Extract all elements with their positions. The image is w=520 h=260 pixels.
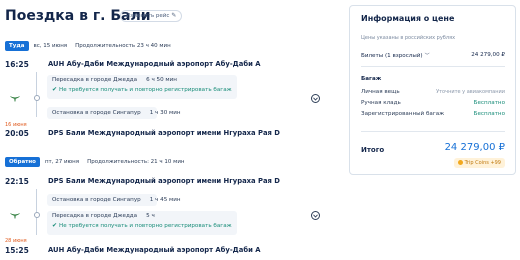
return-arrival-date: 28 июня: [5, 238, 27, 244]
baggage-heading: Багаж: [361, 76, 382, 82]
airline-logo-icon: [10, 96, 20, 102]
return-arrival-airport: AUH Абу-Даби Международный аэропорт Абу-…: [48, 246, 261, 254]
baggage-row-value: Уточните у авиакомпании: [436, 89, 505, 95]
trip-page: Поездка в г. Бали Изменить рейс ✎ Туда вс…: [0, 0, 520, 260]
outbound-arrival-time: 20:05: [5, 129, 29, 138]
outbound-arrival-date: 16 июня: [5, 122, 27, 128]
baggage-row-label: Личная вещь: [361, 89, 400, 95]
price-info-panel: Информация о цене Цены указаны в российс…: [349, 5, 516, 175]
return-timeline-dot: [33, 212, 40, 218]
divider: [361, 131, 505, 132]
divider: [361, 66, 505, 67]
trip-coins-badge: Trip Coins +99: [453, 158, 505, 168]
baggage-row-label: Зарегистрированный багаж: [361, 111, 445, 117]
baggage-check-icon: ✔: [52, 86, 58, 93]
outbound-timeline-dot: [33, 95, 40, 101]
price-panel-title: Информация о цене: [361, 14, 455, 23]
return-date: пт, 27 июня: [44, 159, 80, 165]
outbound-departure-airport: AUH Абу-Даби Международный аэропорт Абу-…: [48, 60, 261, 68]
return-stop-label: Остановка в городе Сингапур: [52, 197, 141, 203]
total-price: 24 279,00 ₽: [444, 142, 505, 153]
return-stop-box: Остановка в городе Сингапур 1 ч 45 мин: [47, 194, 181, 206]
return-transfer-label: Пересадка в городе Джедда: [52, 213, 138, 219]
return-baggage-note: Не требуется получать и повторно регистр…: [59, 222, 232, 229]
baggage-row: Зарегистрированный багаж Бесплатно: [361, 111, 505, 120]
tickets-price: 24 279,00 ₽: [471, 52, 505, 58]
outbound-transfer-label: Пересадка в городе Джедда: [52, 77, 138, 83]
return-badge: Обратно: [5, 157, 40, 167]
total-label: Итого: [361, 146, 385, 154]
outbound-transfer-duration: 6 ч 50 мин: [146, 77, 177, 83]
baggage-row-value: Бесплатно: [473, 111, 505, 117]
return-departure-time: 22:15: [5, 177, 29, 186]
return-arrival-time: 15:25: [5, 246, 29, 255]
outbound-departure-time: 16:25: [5, 60, 29, 69]
chevron-down-icon: [313, 96, 318, 101]
outbound-stop-duration: 1 ч 30 мин: [149, 110, 181, 116]
outbound-transfer-box: Пересадка в городе Джедда 6 ч 50 мин ✔ Н…: [47, 75, 237, 99]
pencil-icon: ✎: [171, 12, 177, 19]
outbound-stop-box: Остановка в городе Сингапур 1 ч 30 мин: [47, 107, 181, 119]
tickets-label: Билеты (1 взрослый): [361, 53, 423, 59]
outbound-duration: Продолжительность 23 ч 40 мин: [75, 43, 171, 49]
return-stop-duration: 1 ч 45 мин: [149, 197, 181, 203]
expand-outbound-button[interactable]: [311, 94, 320, 103]
baggage-row: Личная вещь Уточните у авиакомпании: [361, 89, 505, 98]
outbound-header: Туда вс, 15 июня Продолжительность 23 ч …: [5, 41, 171, 51]
chevron-down-icon: ﹀: [424, 53, 430, 59]
baggage-row-value: Бесплатно: [473, 100, 505, 106]
edit-flight-button[interactable]: Изменить рейс ✎: [120, 10, 183, 22]
outbound-date: вс, 15 июня: [33, 43, 68, 49]
expand-return-button[interactable]: [311, 211, 320, 220]
outbound-arrival-airport: DPS Бали Международный аэропорт имени Нг…: [48, 129, 280, 137]
return-transfer-box: Пересадка в городе Джедда 5 ч ✔ Не требу…: [47, 211, 237, 235]
return-duration: Продолжительность: 21 ч 10 мин: [87, 159, 185, 165]
tickets-toggle[interactable]: Билеты (1 взрослый) ﹀: [361, 52, 430, 59]
outbound-stop-label: Остановка в городе Сингапур: [52, 110, 141, 116]
outbound-baggage-note: Не требуется получать и повторно регистр…: [59, 86, 232, 93]
price-panel-subtitle: Цены указаны в российских рублях: [361, 35, 456, 41]
airline-logo-icon: [10, 213, 20, 219]
trip-coins-label: Trip Coins +99: [464, 160, 501, 166]
baggage-row: Ручная кладь Бесплатно: [361, 100, 505, 109]
edit-flight-label: Изменить рейс: [126, 13, 170, 19]
coin-icon: [457, 159, 463, 165]
outbound-badge: Туда: [5, 41, 29, 51]
baggage-row-label: Ручная кладь: [361, 100, 401, 106]
chevron-down-icon: [313, 213, 318, 218]
baggage-check-icon: ✔: [52, 222, 58, 229]
return-transfer-duration: 5 ч: [146, 213, 155, 219]
return-departure-airport: DPS Бали Международный аэропорт имени Нг…: [48, 177, 280, 185]
return-header: Обратно пт, 27 июня Продолжительность: 2…: [5, 157, 185, 167]
